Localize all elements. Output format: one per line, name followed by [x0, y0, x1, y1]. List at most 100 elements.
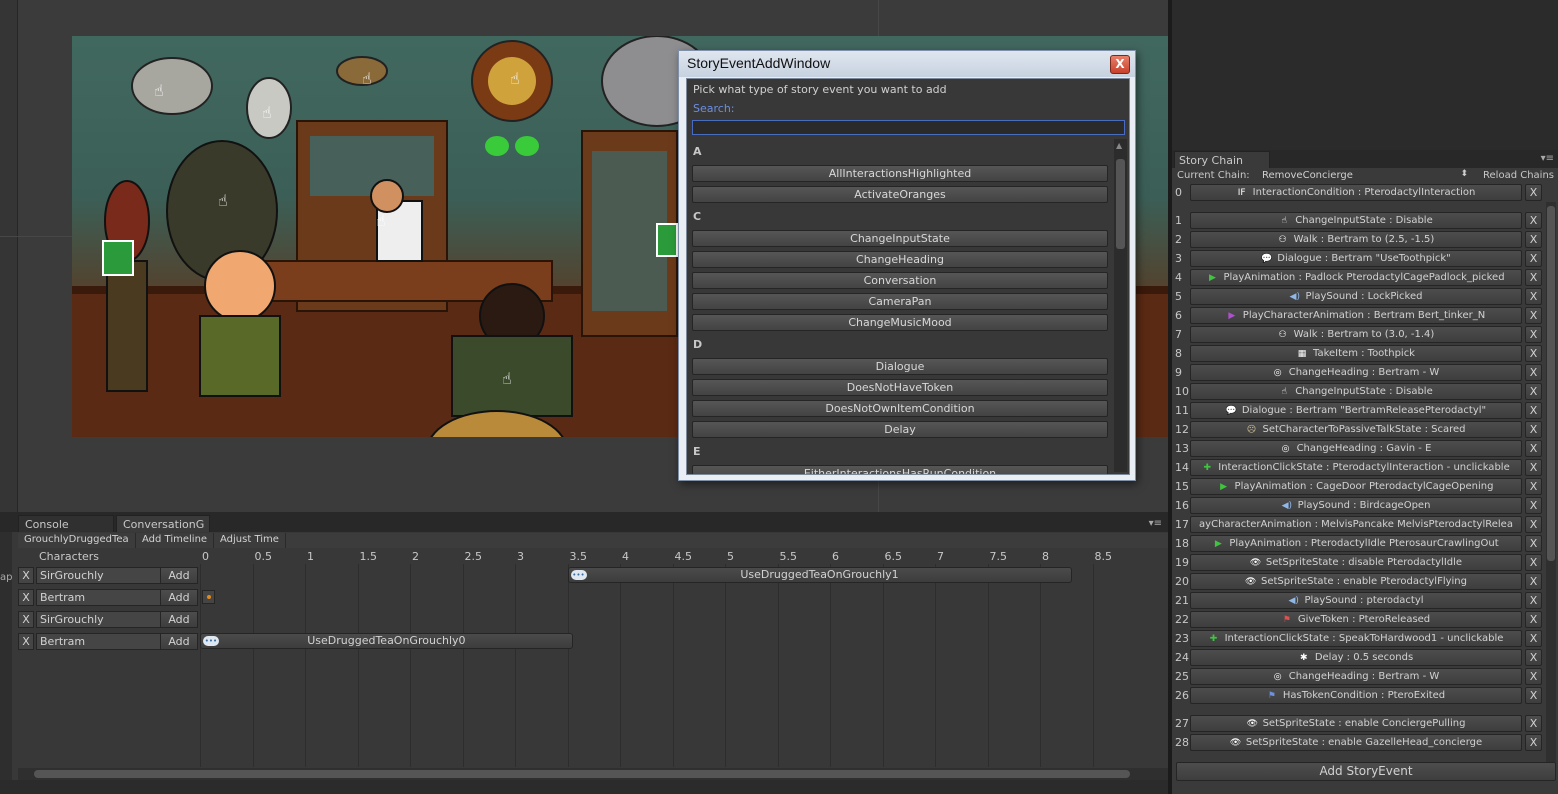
tab-console[interactable]: Console — [18, 515, 114, 532]
panel-menu-icon[interactable]: ▾≡ — [1541, 153, 1554, 164]
tab-story-chain[interactable]: Story Chain — [1174, 151, 1270, 168]
story-event-button[interactable]: ◀) PlaySound : pterodactyl — [1190, 592, 1522, 609]
remove-story-event-button[interactable]: X — [1525, 649, 1542, 666]
adjust-time-button[interactable]: Adjust Time — [214, 533, 286, 548]
add-event-button[interactable]: Add — [160, 611, 198, 628]
remove-story-event-button[interactable]: X — [1525, 231, 1542, 248]
story-event-button[interactable]: ◀) PlaySound : BirdcageOpen — [1190, 497, 1522, 514]
story-event-button[interactable]: ◎ ChangeHeading : Gavin - E — [1190, 440, 1522, 457]
story-event-button[interactable]: ▶ PlayAnimation : CageDoor PterodactylCag… — [1190, 478, 1522, 495]
story-event-button[interactable]: ◎ ChangeHeading : Bertram - W — [1190, 364, 1522, 381]
story-event-button[interactable]: ☹ SetCharacterToPassiveTalkState : Scared — [1190, 421, 1522, 438]
story-event-button[interactable]: ✚ InteractionClickState : PterodactylInte… — [1190, 459, 1522, 476]
story-event-button[interactable]: ✱ Delay : 0.5 seconds — [1190, 649, 1522, 666]
scrollbar-thumb[interactable] — [1116, 159, 1125, 249]
story-event-button[interactable]: ▦ TakeItem : Toothpick — [1190, 345, 1522, 362]
remove-story-event-button[interactable]: X — [1525, 715, 1542, 732]
story-event-button[interactable]: ⚑ GiveToken : PteroReleased — [1190, 611, 1522, 628]
remove-story-event-button[interactable]: X — [1525, 459, 1542, 476]
timeline-event[interactable]: ••• UseDruggedTeaOnGrouchly1 — [567, 567, 1072, 583]
remove-story-event-button[interactable]: X — [1525, 440, 1542, 457]
character-name-field[interactable]: SirGrouchly — [36, 611, 174, 628]
remove-character-button[interactable]: X — [18, 567, 34, 584]
dialog-titlebar[interactable]: StoryEventAddWindow X — [679, 51, 1135, 77]
remove-story-event-button[interactable]: X — [1525, 630, 1542, 647]
story-event-button[interactable]: 💬 Dialogue : Bertram "UseToothpick" — [1190, 250, 1522, 267]
story-event-button[interactable]: 👁 SetSpriteState : enable ConciergePullin… — [1190, 715, 1522, 732]
timeline-event[interactable]: ••• UseDruggedTeaOnGrouchly0 — [200, 633, 573, 649]
event-type-button[interactable]: EitherInteractionsHasRunCondition — [692, 465, 1108, 474]
add-event-button[interactable]: Add — [160, 589, 198, 606]
event-type-button[interactable]: Delay — [692, 421, 1108, 438]
panel-menu-icon[interactable]: ▾≡ — [1149, 518, 1162, 529]
story-event-button[interactable]: ayCharacterAnimation : MelvisPancake Mel… — [1190, 516, 1522, 533]
dialog-scrollbar[interactable]: ▲ — [1114, 139, 1127, 472]
scrollbar-thumb[interactable] — [1547, 206, 1555, 561]
add-event-button[interactable]: Add — [160, 633, 198, 650]
remove-story-event-button[interactable]: X — [1525, 421, 1542, 438]
scrollbar-thumb[interactable] — [34, 770, 1130, 778]
story-event-button[interactable]: IF InteractionCondition : PterodactylInte… — [1190, 184, 1522, 201]
reload-chains-button[interactable]: Reload Chains — [1483, 170, 1554, 181]
remove-story-event-button[interactable]: X — [1525, 326, 1542, 343]
story-event-button[interactable]: ☝ ChangeInputState : Disable — [1190, 383, 1522, 400]
event-type-button[interactable]: ChangeMusicMood — [692, 314, 1108, 331]
story-event-button[interactable]: ▶ PlayAnimation : Padlock PterodactylCage… — [1190, 269, 1522, 286]
current-chain-select[interactable]: RemoveConcierge — [1258, 169, 1474, 183]
add-story-event-button[interactable]: Add StoryEvent — [1176, 762, 1556, 781]
story-event-button[interactable]: ◀) PlaySound : LockPicked — [1190, 288, 1522, 305]
remove-character-button[interactable]: X — [18, 589, 34, 606]
event-type-button[interactable]: DoesNotHaveToken — [692, 379, 1108, 396]
story-event-button[interactable]: ⚑ HasTokenCondition : PteroExited — [1190, 687, 1522, 704]
story-event-button[interactable]: 👁 SetSpriteState : disable PterodactylIdl… — [1190, 554, 1522, 571]
search-input[interactable] — [692, 120, 1125, 135]
add-timeline-button[interactable]: Add Timeline — [136, 533, 215, 548]
remove-story-event-button[interactable]: X — [1525, 184, 1542, 201]
remove-story-event-button[interactable]: X — [1525, 611, 1542, 628]
remove-story-event-button[interactable]: X — [1525, 269, 1542, 286]
story-event-button[interactable]: 💬 Dialogue : Bertram "BertramReleasePtero… — [1190, 402, 1522, 419]
event-type-button[interactable]: Conversation — [692, 272, 1108, 289]
event-type-button[interactable]: AllInteractionsHighlighted — [692, 165, 1108, 182]
timeline-scrollbar[interactable] — [18, 768, 1168, 780]
story-chain-scrollbar[interactable] — [1546, 202, 1556, 762]
scroll-up-icon[interactable]: ▲ — [1116, 141, 1122, 150]
character-name-field[interactable]: Bertram — [36, 589, 174, 606]
add-event-button[interactable]: Add — [160, 567, 198, 584]
tab-conversation[interactable]: ConversationG — [116, 515, 210, 532]
remove-story-event-button[interactable]: X — [1525, 554, 1542, 571]
remove-story-event-button[interactable]: X — [1525, 573, 1542, 590]
story-event-button[interactable]: ◎ ChangeHeading : Bertram - W — [1190, 668, 1522, 685]
remove-character-button[interactable]: X — [18, 633, 34, 650]
story-event-button[interactable]: ✚ InteractionClickState : SpeakToHardwood… — [1190, 630, 1522, 647]
remove-story-event-button[interactable]: X — [1525, 497, 1542, 514]
remove-story-event-button[interactable]: X — [1525, 383, 1542, 400]
timeline-event-marker[interactable] — [202, 590, 215, 604]
event-type-button[interactable]: ChangeInputState — [692, 230, 1108, 247]
story-event-button[interactable]: ⚇ Walk : Bertram to (3.0, -1.4) — [1190, 326, 1522, 343]
story-event-button[interactable]: 👁 SetSpriteState : enable GazelleHead_con… — [1190, 734, 1522, 751]
event-type-button[interactable]: CameraPan — [692, 293, 1108, 310]
remove-story-event-button[interactable]: X — [1525, 516, 1542, 533]
remove-story-event-button[interactable]: X — [1525, 212, 1542, 229]
event-type-button[interactable]: DoesNotOwnItemCondition — [692, 400, 1108, 417]
remove-story-event-button[interactable]: X — [1525, 250, 1542, 267]
character-name-field[interactable]: Bertram — [36, 633, 174, 650]
event-type-button[interactable]: ChangeHeading — [692, 251, 1108, 268]
story-event-button[interactable]: ⚇ Walk : Bertram to (2.5, -1.5) — [1190, 231, 1522, 248]
remove-story-event-button[interactable]: X — [1525, 535, 1542, 552]
remove-story-event-button[interactable]: X — [1525, 402, 1542, 419]
conversation-name-button[interactable]: GrouchlyDruggedTea — [18, 533, 136, 548]
remove-story-event-button[interactable]: X — [1525, 288, 1542, 305]
remove-story-event-button[interactable]: X — [1525, 668, 1542, 685]
story-event-button[interactable]: ▶ PlayCharacterAnimation : Bertram Bert_t… — [1190, 307, 1522, 324]
remove-story-event-button[interactable]: X — [1525, 592, 1542, 609]
remove-story-event-button[interactable]: X — [1525, 687, 1542, 704]
story-event-button[interactable]: ▶ PlayAnimation : PterodactylIdle Pterosa… — [1190, 535, 1522, 552]
character-name-field[interactable]: SirGrouchly — [36, 567, 174, 584]
remove-story-event-button[interactable]: X — [1525, 345, 1542, 362]
close-button[interactable]: X — [1110, 55, 1130, 74]
remove-story-event-button[interactable]: X — [1525, 364, 1542, 381]
event-type-button[interactable]: Dialogue — [692, 358, 1108, 375]
story-event-button[interactable]: ☝ ChangeInputState : Disable — [1190, 212, 1522, 229]
